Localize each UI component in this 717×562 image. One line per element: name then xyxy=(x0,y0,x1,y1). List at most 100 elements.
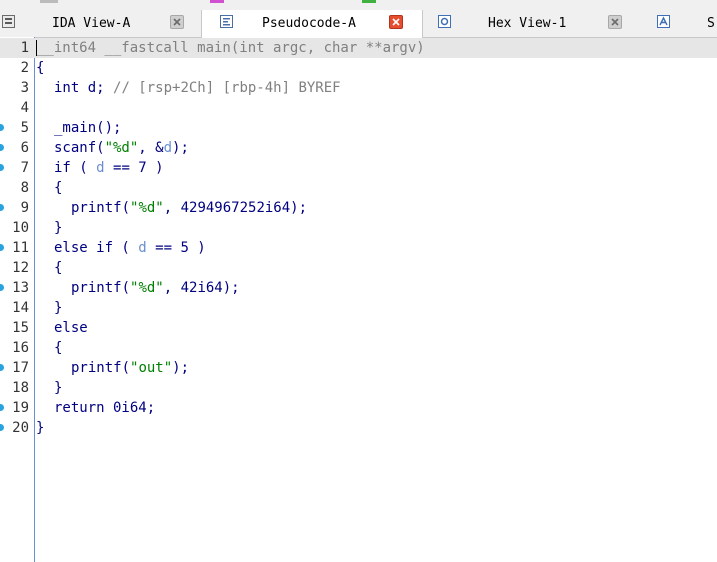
code-text: _main(); xyxy=(54,120,122,136)
code-token: scanf( xyxy=(54,140,105,156)
code-line[interactable]: 19 return 0i64; xyxy=(0,398,717,418)
code-token: , 4294967252i64); xyxy=(163,200,308,216)
line-number: 17 xyxy=(12,360,29,376)
code-text: } xyxy=(54,380,63,396)
line-number: 1 xyxy=(20,40,29,56)
code-line[interactable]: 2 { xyxy=(0,58,717,78)
code-line[interactable]: 4 xyxy=(0,98,717,118)
tab-label: IDA View-A xyxy=(52,16,131,31)
code-line[interactable]: 8 { xyxy=(0,178,717,198)
strip-mark xyxy=(40,0,58,3)
code-line[interactable]: 18 } xyxy=(0,378,717,398)
code-line[interactable]: 12 { xyxy=(0,258,717,278)
code-text: { xyxy=(36,60,45,76)
close-icon[interactable] xyxy=(170,15,184,29)
line-number: 10 xyxy=(12,220,29,236)
line-number: 19 xyxy=(12,400,29,416)
code-line[interactable]: 6 scanf("%d", &d); xyxy=(0,138,717,158)
code-line[interactable]: 14 } xyxy=(0,298,717,318)
code-line[interactable]: 9 printf("%d", 4294967252i64); xyxy=(0,198,717,218)
line-number: 2 xyxy=(20,60,29,76)
code-text: else xyxy=(54,320,88,336)
line-number: 12 xyxy=(12,260,29,276)
code-line[interactable]: 5 _main(); xyxy=(0,118,717,138)
variable-declaration: int d; xyxy=(54,80,105,96)
line-number: 8 xyxy=(20,180,29,196)
code-line[interactable]: 15 else xyxy=(0,318,717,338)
pseudocode-icon xyxy=(220,15,233,28)
line-number: 3 xyxy=(20,80,29,96)
code-line[interactable]: 16 { xyxy=(0,338,717,358)
line-number: 11 xyxy=(12,240,29,256)
tab-bar: IDA View-A Pseudocode-A Hex View-1 S xyxy=(0,10,717,38)
line-number: 7 xyxy=(20,160,29,176)
string-literal: "%d" xyxy=(130,280,164,296)
code-token: printf( xyxy=(71,200,131,216)
code-text: { xyxy=(54,340,63,356)
graph-view-icon xyxy=(2,15,15,28)
close-icon[interactable] xyxy=(608,15,622,29)
structures-icon xyxy=(657,15,670,28)
strip-mark xyxy=(210,0,224,3)
code-token: , 42i64); xyxy=(163,280,240,296)
code-text: __int64 __fastcall main(int argc, char *… xyxy=(36,38,425,58)
variable-d[interactable]: d xyxy=(164,140,172,156)
code-line[interactable]: 1 __int64 __fastcall main(int argc, char… xyxy=(0,38,717,58)
code-token: printf( xyxy=(71,280,131,296)
code-line[interactable]: 3 int d; // [rsp+2Ch] [rbp-4h] BYREF xyxy=(0,78,717,98)
code-text: printf("%d", 42i64); xyxy=(71,278,240,298)
line-number: 9 xyxy=(20,200,29,216)
code-comment: // [rsp+2Ch] [rbp-4h] BYREF xyxy=(113,80,341,96)
code-line[interactable]: 11 else if ( d == 5 ) xyxy=(0,238,717,258)
code-line[interactable]: 13 printf("%d", 42i64); xyxy=(0,278,717,298)
code-text: printf("%d", 4294967252i64); xyxy=(71,198,307,218)
line-number: 6 xyxy=(20,140,29,156)
code-token: ); xyxy=(172,140,189,156)
tab-ida-view-a[interactable]: IDA View-A xyxy=(0,10,200,37)
string-literal: "out" xyxy=(130,360,173,376)
line-number: 20 xyxy=(12,420,29,436)
line-number: 18 xyxy=(12,380,29,396)
line-number: 13 xyxy=(12,280,29,296)
tab-label: Pseudocode-A xyxy=(262,16,356,31)
code-token: == 5 ) xyxy=(146,240,206,256)
top-strip xyxy=(0,0,717,10)
tab-pseudocode-a[interactable]: Pseudocode-A xyxy=(201,10,423,38)
function-signature: __int64 __fastcall main(int argc, char *… xyxy=(37,40,425,56)
code-line[interactable]: 7 if ( d == 7 ) xyxy=(0,158,717,178)
code-token: == 7 ) xyxy=(104,160,164,176)
code-line[interactable]: 10 } xyxy=(0,218,717,238)
code-text: return 0i64; xyxy=(54,400,156,416)
code-text: } xyxy=(54,300,63,316)
ida-window: IDA View-A Pseudocode-A Hex View-1 S 1 _… xyxy=(0,0,717,562)
strip-mark xyxy=(362,0,376,3)
code-text: } xyxy=(36,420,45,436)
close-icon[interactable] xyxy=(389,15,403,29)
line-number: 14 xyxy=(12,300,29,316)
line-number: 15 xyxy=(12,320,29,336)
code-line[interactable]: 17 printf("out"); xyxy=(0,358,717,378)
code-text: scanf("%d", &d); xyxy=(54,138,189,158)
code-text: printf("out"); xyxy=(71,358,189,378)
code-text: } xyxy=(54,220,63,236)
line-number: 16 xyxy=(12,340,29,356)
tab-hex-view-1[interactable]: Hex View-1 xyxy=(424,10,644,37)
code-text: { xyxy=(54,180,63,196)
code-text: else if ( d == 5 ) xyxy=(54,238,206,258)
code-token: ); xyxy=(172,360,190,376)
code-text: { xyxy=(54,260,63,276)
hex-view-icon xyxy=(438,15,451,28)
tab-structures[interactable]: S xyxy=(645,10,717,37)
tab-label: S xyxy=(707,16,715,31)
code-token: else if ( xyxy=(54,240,139,256)
line-number: 5 xyxy=(20,120,29,136)
code-line[interactable]: 20 } xyxy=(0,418,717,438)
code-token: if ( xyxy=(54,160,97,176)
tab-label: Hex View-1 xyxy=(488,16,567,31)
variable-d[interactable]: d xyxy=(96,160,104,176)
string-literal: "%d" xyxy=(130,200,164,216)
code-token: , & xyxy=(138,140,164,156)
variable-d[interactable]: d xyxy=(138,240,146,256)
code-token: printf( xyxy=(71,360,131,376)
string-literal: "%d" xyxy=(104,140,139,156)
